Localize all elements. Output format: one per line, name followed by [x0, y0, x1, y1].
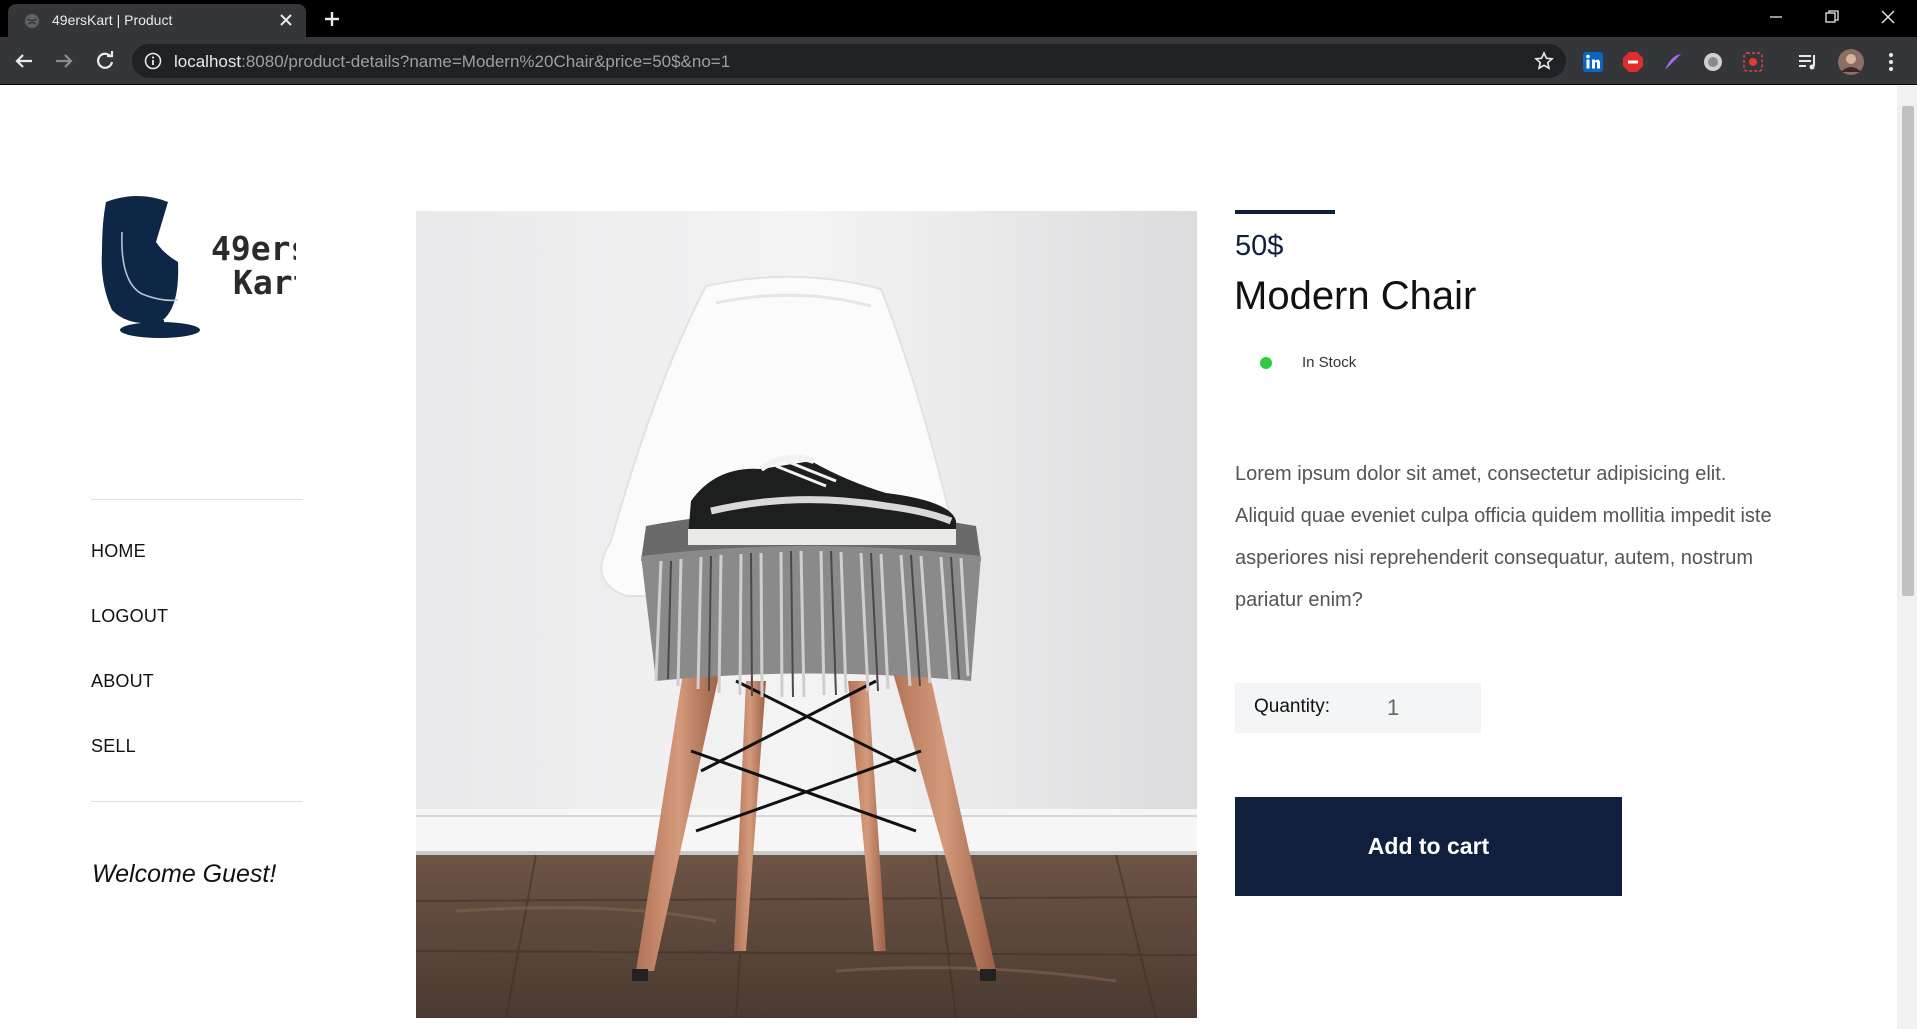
nav-logout-link[interactable]: LOGOUT: [91, 606, 168, 627]
profile-avatar-icon[interactable]: [1837, 48, 1865, 76]
minimize-icon[interactable]: [1747, 0, 1805, 34]
restore-icon[interactable]: [1803, 0, 1861, 34]
logo-text-line2: Kart: [233, 263, 296, 302]
stock-status-text: In Stock: [1302, 354, 1357, 371]
browser-menu-icon[interactable]: [1880, 51, 1902, 73]
scrollbar-thumb[interactable]: [1902, 106, 1914, 596]
product-price: 50$: [1235, 230, 1284, 262]
welcome-message: Welcome Guest!: [92, 860, 277, 888]
product-name: Modern Chair: [1234, 274, 1477, 318]
globe-icon: [24, 13, 40, 29]
url-host: localhost: [174, 52, 242, 71]
nav-sell-link[interactable]: SELL: [91, 736, 136, 757]
new-tab-icon[interactable]: [318, 6, 346, 32]
sidebar-divider-bottom: [91, 801, 303, 802]
add-to-cart-button[interactable]: Add to cart: [1235, 797, 1622, 896]
close-tab-icon[interactable]: [276, 10, 296, 30]
quantity-control: Quantity:: [1235, 683, 1481, 733]
circle-extension-icon[interactable]: [1702, 51, 1724, 73]
back-icon[interactable]: [11, 48, 37, 74]
nav-about-link[interactable]: ABOUT: [91, 671, 154, 692]
quantity-input[interactable]: [1381, 691, 1461, 725]
nav-home-link[interactable]: HOME: [91, 541, 146, 562]
close-window-icon[interactable]: [1859, 0, 1917, 34]
forward-icon[interactable]: [51, 48, 77, 74]
quantity-label: Quantity:: [1254, 696, 1331, 717]
sidebar-divider-top: [91, 499, 303, 500]
site-logo[interactable]: 49ers Kart: [98, 192, 312, 342]
price-accent-line: [1235, 210, 1335, 214]
reload-icon[interactable]: [92, 48, 118, 74]
adblock-extension-icon[interactable]: [1622, 51, 1644, 73]
bookmark-star-icon[interactable]: [1534, 51, 1554, 76]
feather-extension-icon[interactable]: [1662, 51, 1684, 73]
site-info-icon[interactable]: [144, 52, 162, 75]
url-text[interactable]: localhost:8080/product-details?name=Mode…: [174, 52, 730, 72]
browser-toolbar: localhost:8080/product-details?name=Mode…: [0, 37, 1917, 85]
linkedin-extension-icon[interactable]: [1582, 51, 1604, 73]
url-path: :8080/product-details?name=Modern%20Chai…: [241, 52, 731, 71]
product-description: Lorem ipsum dolor sit amet, consectetur …: [1235, 463, 1772, 611]
product-image: [416, 211, 1197, 1018]
browser-tab[interactable]: 49ersKart | Product: [8, 4, 306, 37]
stock-status-dot-icon: [1260, 357, 1272, 369]
address-bar[interactable]: localhost:8080/product-details?name=Mode…: [132, 44, 1566, 78]
media-playlist-icon[interactable]: [1797, 51, 1819, 73]
browser-tab-bar: 49ersKart | Product: [0, 0, 1917, 37]
record-extension-icon[interactable]: [1742, 51, 1764, 73]
tab-title: 49ersKart | Product: [52, 12, 173, 28]
